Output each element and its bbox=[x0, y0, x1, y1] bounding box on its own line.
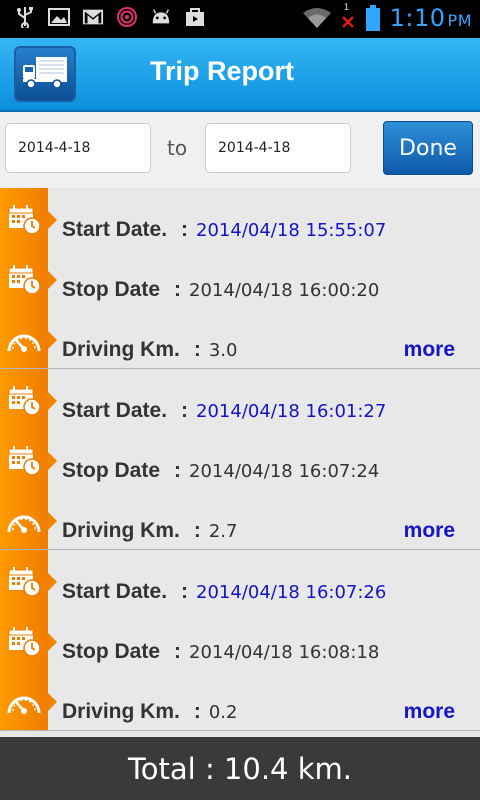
calendar-clock-icon bbox=[0, 441, 57, 481]
start-date-label: Start Date. bbox=[62, 399, 168, 422]
separator-colon: : bbox=[174, 459, 182, 482]
start-date-row: Start Date. : 2014/04/18 15:55:07 bbox=[62, 215, 386, 245]
calendar-clock-icon bbox=[0, 562, 57, 602]
start-date-row: Start Date. : 2014/04/18 16:07:26 bbox=[62, 577, 386, 607]
signal-badge: 1 bbox=[343, 3, 350, 13]
calendar-clock-icon bbox=[0, 622, 57, 662]
status-bar: 1 1:10 PM bbox=[0, 0, 480, 38]
stop-date-value: 2014/04/18 16:00:20 bbox=[189, 279, 380, 301]
more-link[interactable]: more bbox=[404, 519, 455, 543]
done-button[interactable]: Done bbox=[383, 121, 473, 175]
stop-date-value: 2014/04/18 16:07:24 bbox=[189, 460, 380, 482]
start-date-row: Start Date. : 2014/04/18 16:01:27 bbox=[62, 396, 386, 426]
date-filter-bar: 2014-4-18 to 2014-4-18 Done bbox=[0, 112, 480, 188]
speedometer-icon bbox=[0, 501, 57, 541]
to-label: to bbox=[167, 136, 188, 160]
clock-ampm: PM bbox=[447, 11, 472, 30]
calendar-clock-icon bbox=[0, 381, 57, 421]
stop-date-label: Stop Date bbox=[62, 278, 161, 301]
stop-date-row: Stop Date : 2014/04/18 16:08:18 bbox=[62, 637, 379, 667]
system-icons: 1 1:10 PM bbox=[302, 3, 472, 32]
usb-icon bbox=[14, 6, 36, 28]
separator-colon: : bbox=[193, 519, 201, 542]
app-logo-button[interactable] bbox=[14, 46, 76, 102]
stop-date-row: Stop Date : 2014/04/18 16:07:24 bbox=[62, 456, 379, 486]
separator-colon: : bbox=[174, 640, 182, 663]
separator-colon: : bbox=[193, 700, 201, 723]
trip-record[interactable]: Start Date. : 2014/04/18 16:01:27 Stop D… bbox=[0, 369, 480, 550]
start-date-value[interactable]: 2014/04/18 15:55:07 bbox=[196, 220, 386, 241]
start-date-label: Start Date. bbox=[62, 580, 168, 603]
more-link[interactable]: more bbox=[404, 338, 455, 362]
notification-icons bbox=[14, 6, 206, 28]
separator-colon: : bbox=[181, 399, 189, 422]
clock-time: 1:10 bbox=[389, 4, 446, 32]
total-distance: Total : 10.4 km. bbox=[128, 751, 352, 786]
app-header: Trip Report bbox=[0, 38, 480, 112]
more-link[interactable]: more bbox=[404, 700, 455, 724]
battery-icon bbox=[364, 5, 382, 31]
driving-km-row: Driving Km. : 3.0 bbox=[62, 335, 462, 365]
separator-colon: : bbox=[181, 218, 189, 241]
start-date-value[interactable]: 2014/04/18 16:07:26 bbox=[196, 582, 386, 603]
trip-record[interactable]: Start Date. : 2014/04/18 15:55:07 Stop D… bbox=[0, 188, 480, 369]
speedometer-icon bbox=[0, 682, 57, 722]
truck-icon bbox=[21, 55, 69, 93]
separator-colon: : bbox=[193, 338, 201, 361]
no-signal-icon: 1 bbox=[340, 3, 356, 29]
driving-km-label: Driving Km. bbox=[62, 338, 180, 361]
shopping-bag-icon bbox=[184, 6, 206, 28]
image-icon bbox=[48, 6, 70, 28]
clock: 1:10 PM bbox=[390, 4, 472, 32]
calendar-clock-icon bbox=[0, 260, 57, 300]
separator-colon: : bbox=[181, 580, 189, 603]
speedometer-icon bbox=[0, 320, 57, 360]
stop-date-row: Stop Date : 2014/04/18 16:00:20 bbox=[62, 275, 379, 305]
wifi-icon bbox=[302, 7, 332, 29]
from-date-field[interactable]: 2014-4-18 bbox=[5, 123, 151, 173]
to-date-field[interactable]: 2014-4-18 bbox=[205, 123, 351, 173]
start-date-label: Start Date. bbox=[62, 218, 168, 241]
driving-km-value: 2.7 bbox=[208, 520, 238, 542]
calendar-clock-icon bbox=[0, 200, 57, 240]
gmail-icon bbox=[82, 6, 104, 28]
driving-km-label: Driving Km. bbox=[62, 700, 180, 723]
trip-list[interactable]: Start Date. : 2014/04/18 15:55:07 Stop D… bbox=[0, 188, 480, 737]
start-date-value[interactable]: 2014/04/18 16:01:27 bbox=[196, 401, 386, 422]
total-bar: Total : 10.4 km. bbox=[0, 737, 480, 800]
driving-km-value: 3.0 bbox=[208, 339, 238, 361]
driving-km-value: 0.2 bbox=[208, 701, 238, 723]
stop-date-value: 2014/04/18 16:08:18 bbox=[189, 641, 380, 663]
driving-km-row: Driving Km. : 0.2 bbox=[62, 697, 462, 727]
fingerprint-icon bbox=[116, 6, 138, 28]
separator-colon: : bbox=[174, 278, 182, 301]
stop-date-label: Stop Date bbox=[62, 459, 161, 482]
trip-record[interactable]: Start Date. : 2014/04/18 16:07:26 Stop D… bbox=[0, 550, 480, 731]
driving-km-row: Driving Km. : 2.7 bbox=[62, 516, 462, 546]
android-icon bbox=[150, 6, 172, 28]
page-title: Trip Report bbox=[150, 56, 295, 86]
stop-date-label: Stop Date bbox=[62, 640, 161, 663]
driving-km-label: Driving Km. bbox=[62, 519, 180, 542]
